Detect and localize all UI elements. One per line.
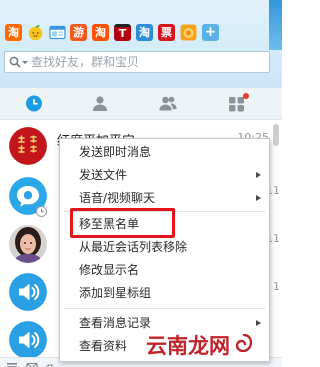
tab-recent[interactable] bbox=[0, 88, 68, 120]
tab-contacts[interactable] bbox=[66, 88, 134, 120]
settings-icon[interactable] bbox=[44, 360, 56, 367]
status-clock-icon bbox=[36, 206, 47, 217]
chevron-down-icon[interactable] bbox=[22, 61, 28, 64]
scrollbar-thumb[interactable] bbox=[273, 124, 279, 146]
blacklist-highlight-box bbox=[70, 208, 175, 238]
menu-separator bbox=[64, 308, 265, 309]
search-icon[interactable] bbox=[9, 56, 21, 71]
photo-avatar bbox=[9, 225, 47, 263]
tmall-icon[interactable]: T bbox=[114, 24, 131, 41]
window-icon[interactable] bbox=[49, 24, 66, 41]
ticket-icon[interactable]: 票 bbox=[158, 24, 175, 41]
menu-item-label: 从最近会话列表移除 bbox=[79, 240, 188, 254]
message-manager-icon[interactable] bbox=[26, 360, 38, 367]
orange-icon[interactable] bbox=[180, 24, 197, 41]
menu-item-rename[interactable]: 修改显示名 bbox=[60, 259, 269, 282]
taobao-shop-icon[interactable]: 淘 bbox=[92, 24, 109, 41]
tab-apps[interactable] bbox=[203, 88, 271, 120]
menu-item-label: 语音/视频聊天 bbox=[79, 191, 156, 205]
submenu-arrow-icon bbox=[256, 195, 261, 201]
menu-item-send-message[interactable]: 发送即时消息 bbox=[60, 141, 269, 164]
red-badge-avatar bbox=[9, 127, 47, 165]
chat-time: 1 bbox=[273, 280, 280, 293]
speaker-avatar bbox=[9, 321, 47, 359]
tab-groups[interactable] bbox=[134, 88, 202, 120]
search-bar[interactable] bbox=[4, 51, 270, 73]
watermark-text: 云南龙网 bbox=[146, 334, 230, 358]
main-tabs bbox=[0, 88, 282, 120]
taobao-icon[interactable]: 淘 bbox=[5, 24, 22, 41]
menu-item-label: 查看消息记录 bbox=[79, 316, 152, 330]
menu-item-label: 发送即时消息 bbox=[79, 145, 152, 159]
context-menu: 发送即时消息 发送文件 语音/视频聊天 移至黑名单 从最近会话列表移除 修改显示… bbox=[59, 138, 270, 362]
app-toolbar: 淘 游 淘 T 淘 票 + bbox=[0, 24, 262, 42]
person-icon bbox=[93, 96, 107, 111]
menu-item-label: 查看资料 bbox=[79, 339, 128, 353]
menu-item-voice-video-chat[interactable]: 语音/视频聊天 bbox=[60, 187, 269, 210]
header bbox=[0, 0, 282, 88]
menu-item-send-file[interactable]: 发送文件 bbox=[60, 164, 269, 187]
menu-item-remove-from-recent[interactable]: 从最近会话列表移除 bbox=[60, 236, 269, 259]
speaker-avatar bbox=[9, 273, 47, 311]
notification-dot bbox=[243, 93, 249, 99]
menu-item-label: 添加到星标组 bbox=[79, 286, 152, 300]
submenu-arrow-icon bbox=[256, 172, 261, 178]
menu-item-add-to-starred[interactable]: 添加到星标组 bbox=[60, 282, 269, 305]
group-icon bbox=[159, 96, 177, 111]
watermark-logo-icon bbox=[235, 333, 253, 355]
search-input[interactable] bbox=[31, 52, 267, 72]
clock-icon bbox=[26, 95, 42, 112]
taobao-blue-icon[interactable]: 淘 bbox=[136, 24, 153, 41]
submenu-arrow-icon bbox=[256, 320, 261, 326]
game-icon[interactable]: 游 bbox=[70, 24, 87, 41]
add-app-icon[interactable]: + bbox=[202, 24, 219, 41]
main-menu-icon[interactable] bbox=[6, 360, 18, 367]
menu-item-label: 发送文件 bbox=[79, 168, 128, 182]
lemon-icon[interactable] bbox=[27, 24, 44, 41]
header-edge bbox=[269, 0, 282, 50]
menu-item-label: 修改显示名 bbox=[79, 263, 140, 277]
